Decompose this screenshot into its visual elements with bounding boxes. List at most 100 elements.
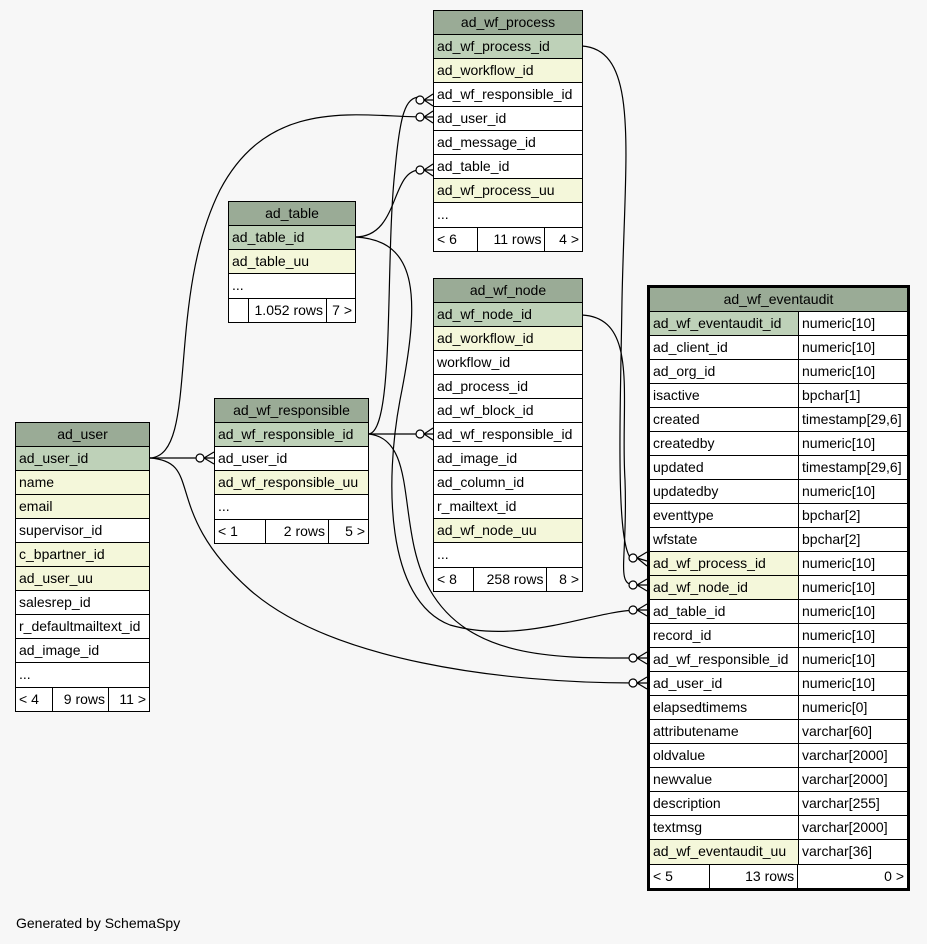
edge-node-to-eventaudit [581,314,636,586]
table-row[interactable]: ad_wf_node_id numeric[10] [650,576,907,600]
column-name: ad_table_id [229,226,355,249]
table-row[interactable]: ad_user_id [434,107,582,131]
table-row[interactable]: ad_org_id numeric[10] [650,360,907,384]
table-row[interactable]: ... [434,203,582,227]
table-row[interactable]: email [16,495,149,519]
children-count-link[interactable]: 7 > [326,299,355,322]
table-ad-table[interactable]: ad_table ad_table_id ad_table_uu... 1.052 … [228,201,356,323]
table-row[interactable]: ad_table_uu [229,250,355,274]
table-row[interactable]: ad_table_id [229,226,355,250]
column-name: ad_wf_block_id [437,402,534,418]
table-row[interactable]: ad_wf_responsible_id [434,423,582,447]
table-ad-wf-node[interactable]: ad_wf_node ad_wf_node_id ad_workflow_id wo… [433,278,583,592]
table-row[interactable]: workflow_id [434,351,582,375]
table-row[interactable]: ad_wf_process_id numeric[10] [650,552,907,576]
column-type: varchar[2000] [798,744,907,767]
table-row[interactable]: ad_client_id numeric[10] [650,336,907,360]
table-row[interactable]: ... [229,274,355,298]
table-row[interactable]: ad_user_id numeric[10] [650,672,907,696]
table-row[interactable]: ... [434,543,582,567]
table-row[interactable]: ... [16,663,149,687]
table-row[interactable]: r_mailtext_id [434,495,582,519]
edge-marker-node-responsible [415,429,425,439]
parents-count-link[interactable]: < 8 [434,568,473,591]
table-row[interactable]: eventtype bpchar[2] [650,504,907,528]
table-ad-wf-eventaudit[interactable]: ad_wf_eventaudit ad_wf_eventaudit_id nume… [647,285,910,891]
table-row[interactable]: ad_wf_node_id [434,303,582,327]
crowfoot-icon [636,551,648,567]
table-row[interactable]: r_defaultmailtext_id [16,615,149,639]
table-header[interactable]: ad_wf_responsible [215,399,368,423]
table-row[interactable]: oldvalue varchar[2000] [650,744,907,768]
table-row[interactable]: record_id numeric[10] [650,624,907,648]
table-row[interactable]: createdby numeric[10] [650,432,907,456]
children-count-link[interactable]: 5 > [328,520,368,543]
table-header[interactable]: ad_table [229,202,355,226]
table-row[interactable]: ad_workflow_id [434,59,582,83]
table-row[interactable]: description varchar[255] [650,792,907,816]
table-row[interactable]: c_bpartner_id [16,543,149,567]
column-name: ad_client_id [653,339,728,355]
table-row[interactable]: elapsedtimems numeric[0] [650,696,907,720]
table-row[interactable]: ad_workflow_id [434,327,582,351]
table-row[interactable]: ad_wf_eventaudit_id numeric[10] [650,312,907,336]
table-row[interactable]: ad_user_uu [16,567,149,591]
table-row[interactable]: created timestamp[29,6] [650,408,907,432]
parents-count-link[interactable]: < 6 [434,228,477,251]
table-row[interactable]: ad_wf_process_uu [434,179,582,203]
table-row[interactable]: name [16,471,149,495]
column-type: varchar[255] [798,792,907,815]
table-row[interactable]: ad_wf_eventaudit_uu varchar[36] [650,840,907,864]
parents-count-link[interactable]: < 5 [650,865,709,888]
table-row[interactable]: newvalue varchar[2000] [650,768,907,792]
table-row[interactable]: attributename varchar[60] [650,720,907,744]
table-ad-wf-process[interactable]: ad_wf_process ad_wf_process_id ad_workflo… [433,10,583,252]
table-row[interactable]: ad_wf_responsible_id numeric[10] [650,648,907,672]
table-header[interactable]: ad_wf_eventaudit [650,288,907,312]
column-type: numeric[10] [798,552,907,575]
table-row[interactable]: ad_image_id [16,639,149,663]
table-row[interactable]: ad_user_id [16,447,149,471]
crowfoot-icon [636,603,648,617]
column-name: ... [437,206,449,222]
table-row[interactable]: ad_process_id [434,375,582,399]
table-row[interactable]: ad_wf_responsible_id [215,423,368,447]
table-row[interactable]: wfstate bpchar[2] [650,528,907,552]
children-count-link[interactable]: 11 > [108,688,149,711]
table-row[interactable]: ad_wf_process_id [434,35,582,59]
table-row[interactable]: ad_wf_responsible_uu [215,471,368,495]
table-row[interactable]: ad_table_id numeric[10] [650,600,907,624]
table-row[interactable]: salesrep_id [16,591,149,615]
parents-count-link[interactable]: < 4 [16,688,52,711]
table-row[interactable]: ad_image_id [434,447,582,471]
children-count-link[interactable]: 8 > [546,568,582,591]
parents-count-link[interactable]: < 1 [215,520,265,543]
table-header[interactable]: ad_user [16,423,149,447]
table-row[interactable]: ad_table_id [434,155,582,179]
table-row[interactable]: supervisor_id [16,519,149,543]
table-row[interactable]: updated timestamp[29,6] [650,456,907,480]
table-row[interactable]: ad_user_id [215,447,368,471]
row-count: 1.052 rows [248,299,326,322]
table-row[interactable]: textmsg varchar[2000] [650,816,907,840]
table-row[interactable]: ad_column_id [434,471,582,495]
parents-count-link[interactable] [229,299,248,322]
column-name: ... [232,277,244,293]
edge-responsible-to-process [368,96,421,435]
table-header[interactable]: ad_wf_process [434,11,582,35]
column-name: ... [19,666,31,682]
table-row[interactable]: ad_wf_node_uu [434,519,582,543]
table-row[interactable]: ... [215,495,368,519]
table-ad-wf-responsible[interactable]: ad_wf_responsible ad_wf_responsible_id ad… [214,398,369,544]
table-row[interactable]: isactive bpchar[1] [650,384,907,408]
column-name: newvalue [653,771,713,787]
table-row[interactable]: ad_message_id [434,131,582,155]
table-footer: < 5 13 rows 0 > [650,864,907,888]
children-count-link[interactable]: 4 > [544,228,582,251]
table-row[interactable]: updatedby numeric[10] [650,480,907,504]
table-ad-user[interactable]: ad_user ad_user_id name email supervisor_id… [15,422,150,712]
table-header[interactable]: ad_wf_node [434,279,582,303]
table-row[interactable]: ad_wf_block_id [434,399,582,423]
table-row[interactable]: ad_wf_responsible_id [434,83,582,107]
children-count-link[interactable]: 0 > [797,865,907,888]
